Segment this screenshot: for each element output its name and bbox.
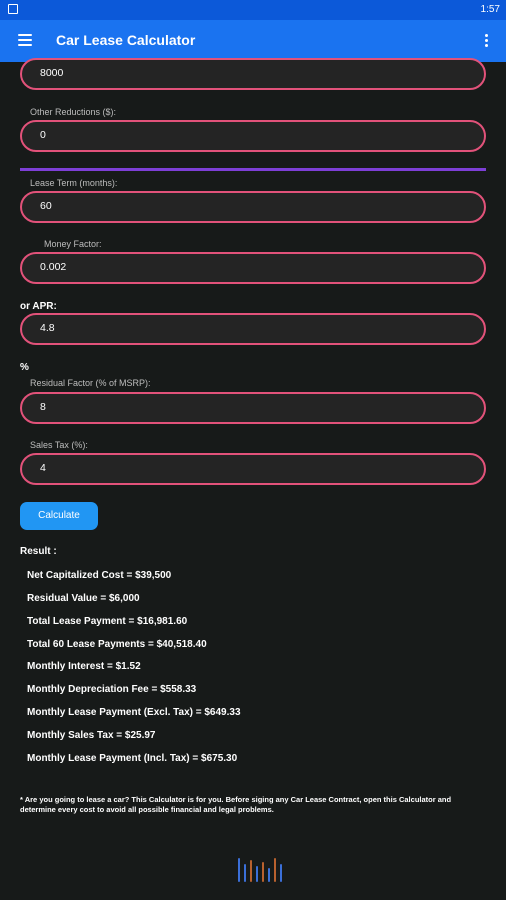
apr-field[interactable]: 4.8 <box>20 313 486 345</box>
footnote: * Are you going to lease a car? This Cal… <box>20 795 452 814</box>
lease-term-label: Lease Term (months): <box>30 178 118 188</box>
sales-tax-field[interactable]: 4 <box>20 453 486 485</box>
notification-icon <box>8 4 18 14</box>
app-title: Car Lease Calculator <box>56 32 196 48</box>
residual-factor-field[interactable]: 8 <box>20 392 486 424</box>
result-line: Monthly Lease Payment (Incl. Tax) = $675… <box>27 753 238 764</box>
lease-term-field[interactable]: 60 <box>20 191 486 223</box>
result-title: Result : <box>20 546 57 557</box>
apr-label: or APR: <box>20 301 57 312</box>
result-line: Monthly Sales Tax = $25.97 <box>27 730 156 741</box>
hamburger-icon[interactable] <box>18 34 32 46</box>
result-line: Total 60 Lease Payments = $40,518.40 <box>27 639 207 650</box>
result-line: Total Lease Payment = $16,981.60 <box>27 616 188 627</box>
money-factor-label: Money Factor: <box>44 239 102 249</box>
result-line: Monthly Lease Payment (Excl. Tax) = $649… <box>27 707 241 718</box>
result-line: Monthly Interest = $1.52 <box>27 661 141 672</box>
status-time: 1:57 <box>480 4 500 15</box>
status-bar: 1:57 <box>0 0 506 20</box>
sales-tax-label: Sales Tax (%): <box>30 440 88 450</box>
percent-label: % <box>20 362 29 373</box>
section-divider <box>20 168 486 171</box>
result-line: Monthly Depreciation Fee = $558.33 <box>27 684 197 695</box>
more-vert-icon[interactable] <box>485 34 489 48</box>
result-line: Net Capitalized Cost = $39,500 <box>27 570 172 581</box>
other-reductions-label: Other Reductions ($): <box>30 107 117 117</box>
money-factor-field[interactable]: 0.002 <box>20 252 486 284</box>
calculate-button[interactable]: Calculate <box>20 502 98 530</box>
result-line: Residual Value = $6,000 <box>27 593 140 604</box>
nav-handle-icon <box>236 856 286 882</box>
residual-factor-label: Residual Factor (% of MSRP): <box>30 378 151 388</box>
top-value-field[interactable]: 8000 <box>20 58 486 90</box>
other-reductions-field[interactable]: 0 <box>20 120 486 152</box>
app-bar: Car Lease Calculator <box>0 20 506 62</box>
